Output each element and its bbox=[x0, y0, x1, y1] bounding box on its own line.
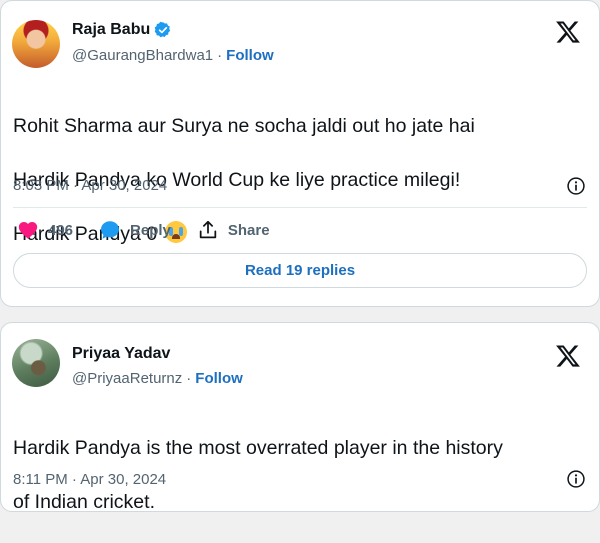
tweet-card[interactable]: Raja Babu @GaurangBhardwa1 · Follow Rohi… bbox=[0, 0, 600, 307]
divider bbox=[13, 207, 587, 208]
reply-label: Reply bbox=[130, 221, 171, 239]
like-button[interactable]: 496 bbox=[17, 219, 73, 241]
avatar[interactable] bbox=[12, 339, 60, 387]
tweet-actions: 496 Reply Share bbox=[17, 219, 296, 241]
read-replies-button[interactable]: Read 19 replies bbox=[13, 253, 587, 288]
reply-button[interactable]: Reply bbox=[99, 219, 171, 241]
tweet-text-line: of Indian cricket. bbox=[13, 491, 155, 513]
info-icon[interactable] bbox=[566, 469, 586, 489]
x-logo-icon[interactable] bbox=[555, 343, 581, 369]
author-name-row: Priyaa Yadav bbox=[72, 345, 170, 363]
author-name-row: Raja Babu bbox=[72, 21, 172, 39]
author-handle-row: @GaurangBhardwa1 · Follow bbox=[72, 47, 274, 64]
reply-bubble-icon bbox=[101, 221, 120, 239]
author-display-name[interactable]: Priyaa Yadav bbox=[72, 345, 170, 363]
tweet-timestamp[interactable]: 8:11 PM · Apr 30, 2024 bbox=[13, 471, 166, 488]
author-handle-row: @PriyaaReturnz · Follow bbox=[72, 370, 243, 387]
verified-badge-icon bbox=[154, 21, 171, 38]
x-logo-icon[interactable] bbox=[555, 19, 581, 45]
author-display-name[interactable]: Raja Babu bbox=[72, 21, 150, 39]
heart-icon bbox=[18, 222, 38, 239]
tweet-card[interactable]: Priyaa Yadav @PriyaaReturnz · Follow Har… bbox=[0, 322, 600, 513]
follow-button[interactable]: Follow bbox=[226, 47, 274, 64]
tweet-text-line: Hardik Pandya is the most overrated play… bbox=[13, 437, 503, 459]
author-handle[interactable]: @GaurangBhardwa1 bbox=[72, 47, 213, 64]
author-handle[interactable]: @PriyaaReturnz bbox=[72, 370, 182, 387]
like-count: 496 bbox=[48, 221, 74, 239]
avatar[interactable] bbox=[12, 20, 60, 68]
tweet-text-line: Rohit Sharma aur Surya ne socha jaldi ou… bbox=[13, 115, 475, 137]
share-button[interactable]: Share bbox=[197, 219, 270, 241]
tweet-timestamp[interactable]: 8:03 PM · Apr 30, 2024 bbox=[13, 177, 167, 194]
info-icon[interactable] bbox=[566, 176, 586, 196]
follow-button[interactable]: Follow bbox=[195, 370, 243, 387]
separator-dot: · bbox=[186, 370, 192, 387]
separator-dot: · bbox=[217, 47, 223, 64]
share-label: Share bbox=[227, 221, 270, 239]
share-icon bbox=[199, 220, 217, 239]
